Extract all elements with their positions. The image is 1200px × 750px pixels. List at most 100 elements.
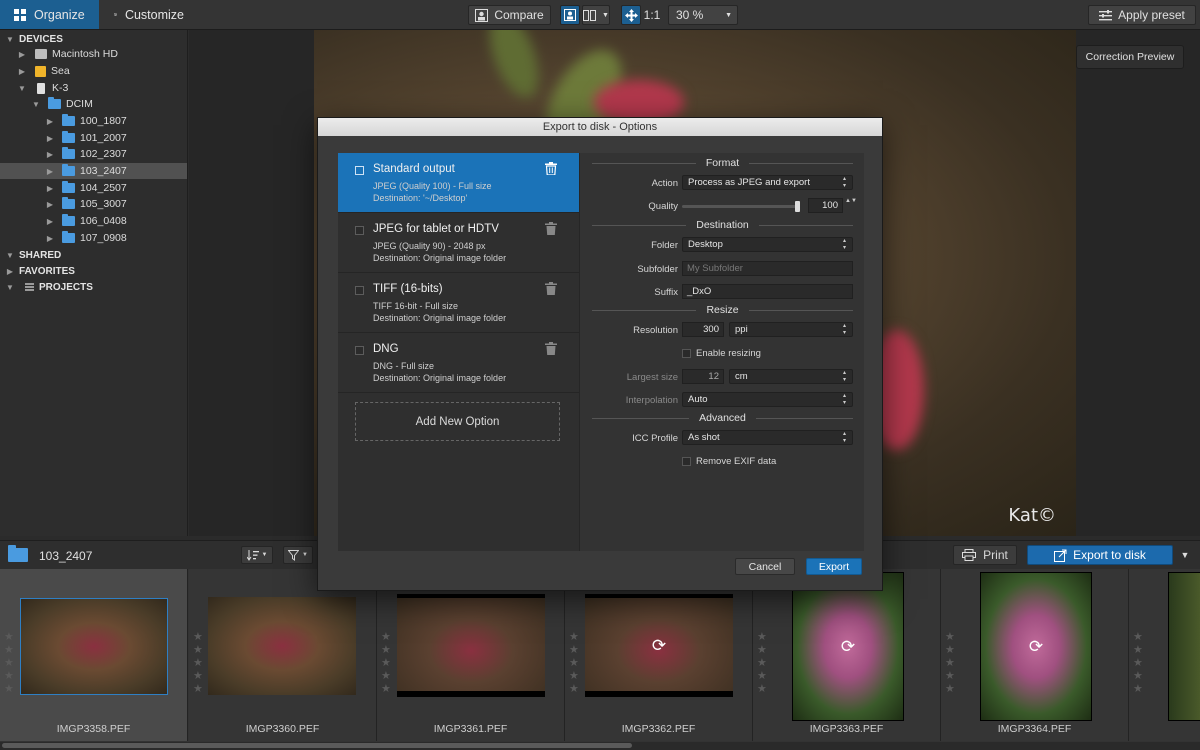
trash-icon[interactable]: [545, 222, 557, 235]
export-options-dropdown[interactable]: ▼: [1175, 545, 1195, 565]
quality-slider-knob[interactable]: [795, 201, 800, 212]
fit-view-button[interactable]: [621, 5, 641, 25]
folder-select[interactable]: Desktop: [682, 237, 853, 252]
enable-resizing-label: Enable resizing: [696, 348, 761, 359]
export-option-dng[interactable]: DNG DNG - Full size Destination: Origina…: [338, 333, 579, 393]
tree-item-folder[interactable]: ▶ 100_1807: [0, 113, 187, 129]
tree-item-k3[interactable]: ▼ K-3: [0, 80, 187, 96]
rating-stars[interactable]: ★ ★ ★ ★ ★: [1133, 631, 1143, 695]
trash-icon[interactable]: [545, 282, 557, 295]
thumbnail-filename: IMGP3363.PEF: [809, 723, 884, 735]
tree-item-folder[interactable]: ▶ 107_0908: [0, 230, 187, 246]
stepper-icon[interactable]: ▲▼: [845, 198, 857, 205]
apply-preset-button[interactable]: Apply preset: [1088, 5, 1196, 25]
thumbnail-cell[interactable]: ★ ★ ★ ★ ★ ⟳ IMGP3362.PEF: [565, 569, 753, 741]
section-shared[interactable]: ▼ SHARED: [0, 247, 187, 263]
thumbnail-filename: IMGP3362.PEF: [621, 723, 696, 735]
disclosure-closed-icon: ▶: [6, 266, 14, 276]
tree-item-folder[interactable]: ▶ 105_3007: [0, 196, 187, 212]
export-to-disk-button[interactable]: Export to disk: [1027, 545, 1173, 565]
folder-icon: [62, 114, 75, 126]
thumbnail-cell[interactable]: ★ ★ ★ ★ ★ IMGP3360.PEF: [189, 569, 377, 741]
icc-profile-select[interactable]: As shot: [682, 430, 853, 445]
print-button[interactable]: Print: [953, 545, 1017, 565]
zoom-1to1-button[interactable]: 1:1: [642, 5, 662, 25]
filter-button[interactable]: ▼: [283, 546, 313, 564]
multi-view-icon: [583, 9, 597, 21]
option-checkbox[interactable]: [355, 166, 364, 175]
thumbnail-image: [1168, 572, 1200, 721]
thumbnail-cell[interactable]: ★ ★ ★ ★ ★ ⟳ IMGP3363.PEF: [753, 569, 941, 741]
largest-size-unit-select[interactable]: cm: [729, 369, 853, 384]
section-label: SHARED: [19, 249, 62, 261]
export-button[interactable]: Export: [806, 558, 862, 575]
rating-stars[interactable]: ★ ★ ★ ★ ★: [569, 631, 579, 695]
option-checkbox[interactable]: [355, 226, 364, 235]
export-option-standard-output[interactable]: Standard output JPEG (Quality 100) - Ful…: [338, 153, 579, 213]
tree-item-folder[interactable]: ▶ 106_0408: [0, 213, 187, 229]
checkbox-box[interactable]: [682, 457, 691, 466]
section-advanced: Advanced: [592, 412, 853, 424]
tree-item-macintosh-hd[interactable]: ▶ Macintosh HD: [0, 46, 187, 62]
quality-slider[interactable]: [682, 205, 796, 208]
largest-size-input[interactable]: 12: [682, 369, 724, 384]
multi-view-button[interactable]: ▼: [582, 5, 610, 25]
thumbnail-image: [208, 597, 356, 695]
section-favorites[interactable]: ▶ FAVORITES: [0, 263, 187, 279]
rating-stars[interactable]: ★ ★ ★ ★ ★: [945, 631, 955, 695]
zoom-select[interactable]: 30 % ▼: [668, 5, 738, 25]
disclosure-open-icon: ▼: [32, 99, 40, 109]
option-detail: JPEG (Quality 90) - 2048 px: [373, 241, 486, 251]
enable-resizing-checkbox[interactable]: Enable resizing: [682, 348, 761, 359]
tree-item-folder[interactable]: ▶ 102_2307: [0, 146, 187, 162]
section-projects[interactable]: ▼ PROJECTS: [0, 279, 187, 295]
trash-icon[interactable]: [545, 162, 557, 175]
checkbox-box[interactable]: [682, 349, 691, 358]
compare-button[interactable]: Compare: [468, 5, 551, 25]
interpolation-select[interactable]: Auto: [682, 392, 853, 407]
tree-item-sea[interactable]: ▶ Sea: [0, 63, 187, 79]
quality-input[interactable]: 100: [808, 198, 843, 213]
current-folder-name: 103_2407: [39, 549, 93, 563]
chevron-down-icon: ▼: [261, 552, 268, 558]
tab-customize[interactable]: Customize: [100, 0, 198, 29]
thumbnail-cell[interactable]: ★ ★ ★ ★ ★: [1129, 569, 1200, 741]
add-new-option-button[interactable]: Add New Option: [355, 402, 560, 441]
thumbnail-cell[interactable]: ★ ★ ★ ★ ★ IMGP3361.PEF: [377, 569, 565, 741]
tab-customize-label: Customize: [124, 7, 184, 22]
export-options-dialog: Export to disk - Options Standard output…: [317, 117, 883, 591]
rating-stars[interactable]: ★ ★ ★ ★ ★: [4, 631, 14, 695]
resolution-input[interactable]: 300: [682, 322, 724, 337]
remove-exif-checkbox[interactable]: Remove EXIF data: [682, 456, 776, 467]
resolution-unit-select[interactable]: ppi: [729, 322, 853, 337]
tab-organize[interactable]: Organize: [0, 0, 99, 29]
rating-stars[interactable]: ★ ★ ★ ★ ★: [381, 631, 391, 695]
section-title: Advanced: [699, 412, 746, 424]
suffix-input[interactable]: _DxO: [682, 284, 853, 299]
tree-item-folder[interactable]: ▶ 101_2007: [0, 130, 187, 146]
option-checkbox[interactable]: [355, 346, 364, 355]
thumbnail-cell[interactable]: ★ ★ ★ ★ ★ ⟳ IMGP3364.PEF: [941, 569, 1129, 741]
watermark-text: Kat©: [1008, 505, 1056, 526]
section-devices[interactable]: ▼ DEVICES: [0, 31, 187, 47]
tree-item-folder[interactable]: ▶ 104_2507: [0, 180, 187, 196]
chevron-down-icon: ▼: [602, 11, 609, 19]
rating-stars[interactable]: ★ ★ ★ ★ ★: [757, 631, 767, 695]
rating-stars[interactable]: ★ ★ ★ ★ ★: [193, 631, 203, 695]
tree-item-dcim[interactable]: ▼ DCIM: [0, 96, 187, 112]
option-title: DNG: [373, 343, 399, 355]
export-option-tiff[interactable]: TIFF (16-bits) TIFF 16-bit - Full size D…: [338, 273, 579, 333]
option-checkbox[interactable]: [355, 286, 364, 295]
tree-item-folder-selected[interactable]: ▶ 103_2407: [0, 163, 187, 179]
thumbnail-cell[interactable]: ★ ★ ★ ★ ★ IMGP3358.PEF: [0, 569, 188, 741]
trash-icon[interactable]: [545, 342, 557, 355]
cancel-button[interactable]: Cancel: [735, 558, 795, 575]
single-view-button[interactable]: [560, 5, 580, 25]
filmstrip-scrollbar-thumb[interactable]: [2, 743, 632, 748]
largest-size-label: Largest size: [626, 372, 678, 383]
subfolder-input[interactable]: My Subfolder: [682, 261, 853, 276]
export-option-jpeg-tablet[interactable]: JPEG for tablet or HDTV JPEG (Quality 90…: [338, 213, 579, 273]
sort-button[interactable]: ▼: [241, 546, 273, 564]
correction-preview-button[interactable]: Correction Preview: [1076, 45, 1184, 69]
action-select[interactable]: Process as JPEG and export: [682, 175, 853, 190]
